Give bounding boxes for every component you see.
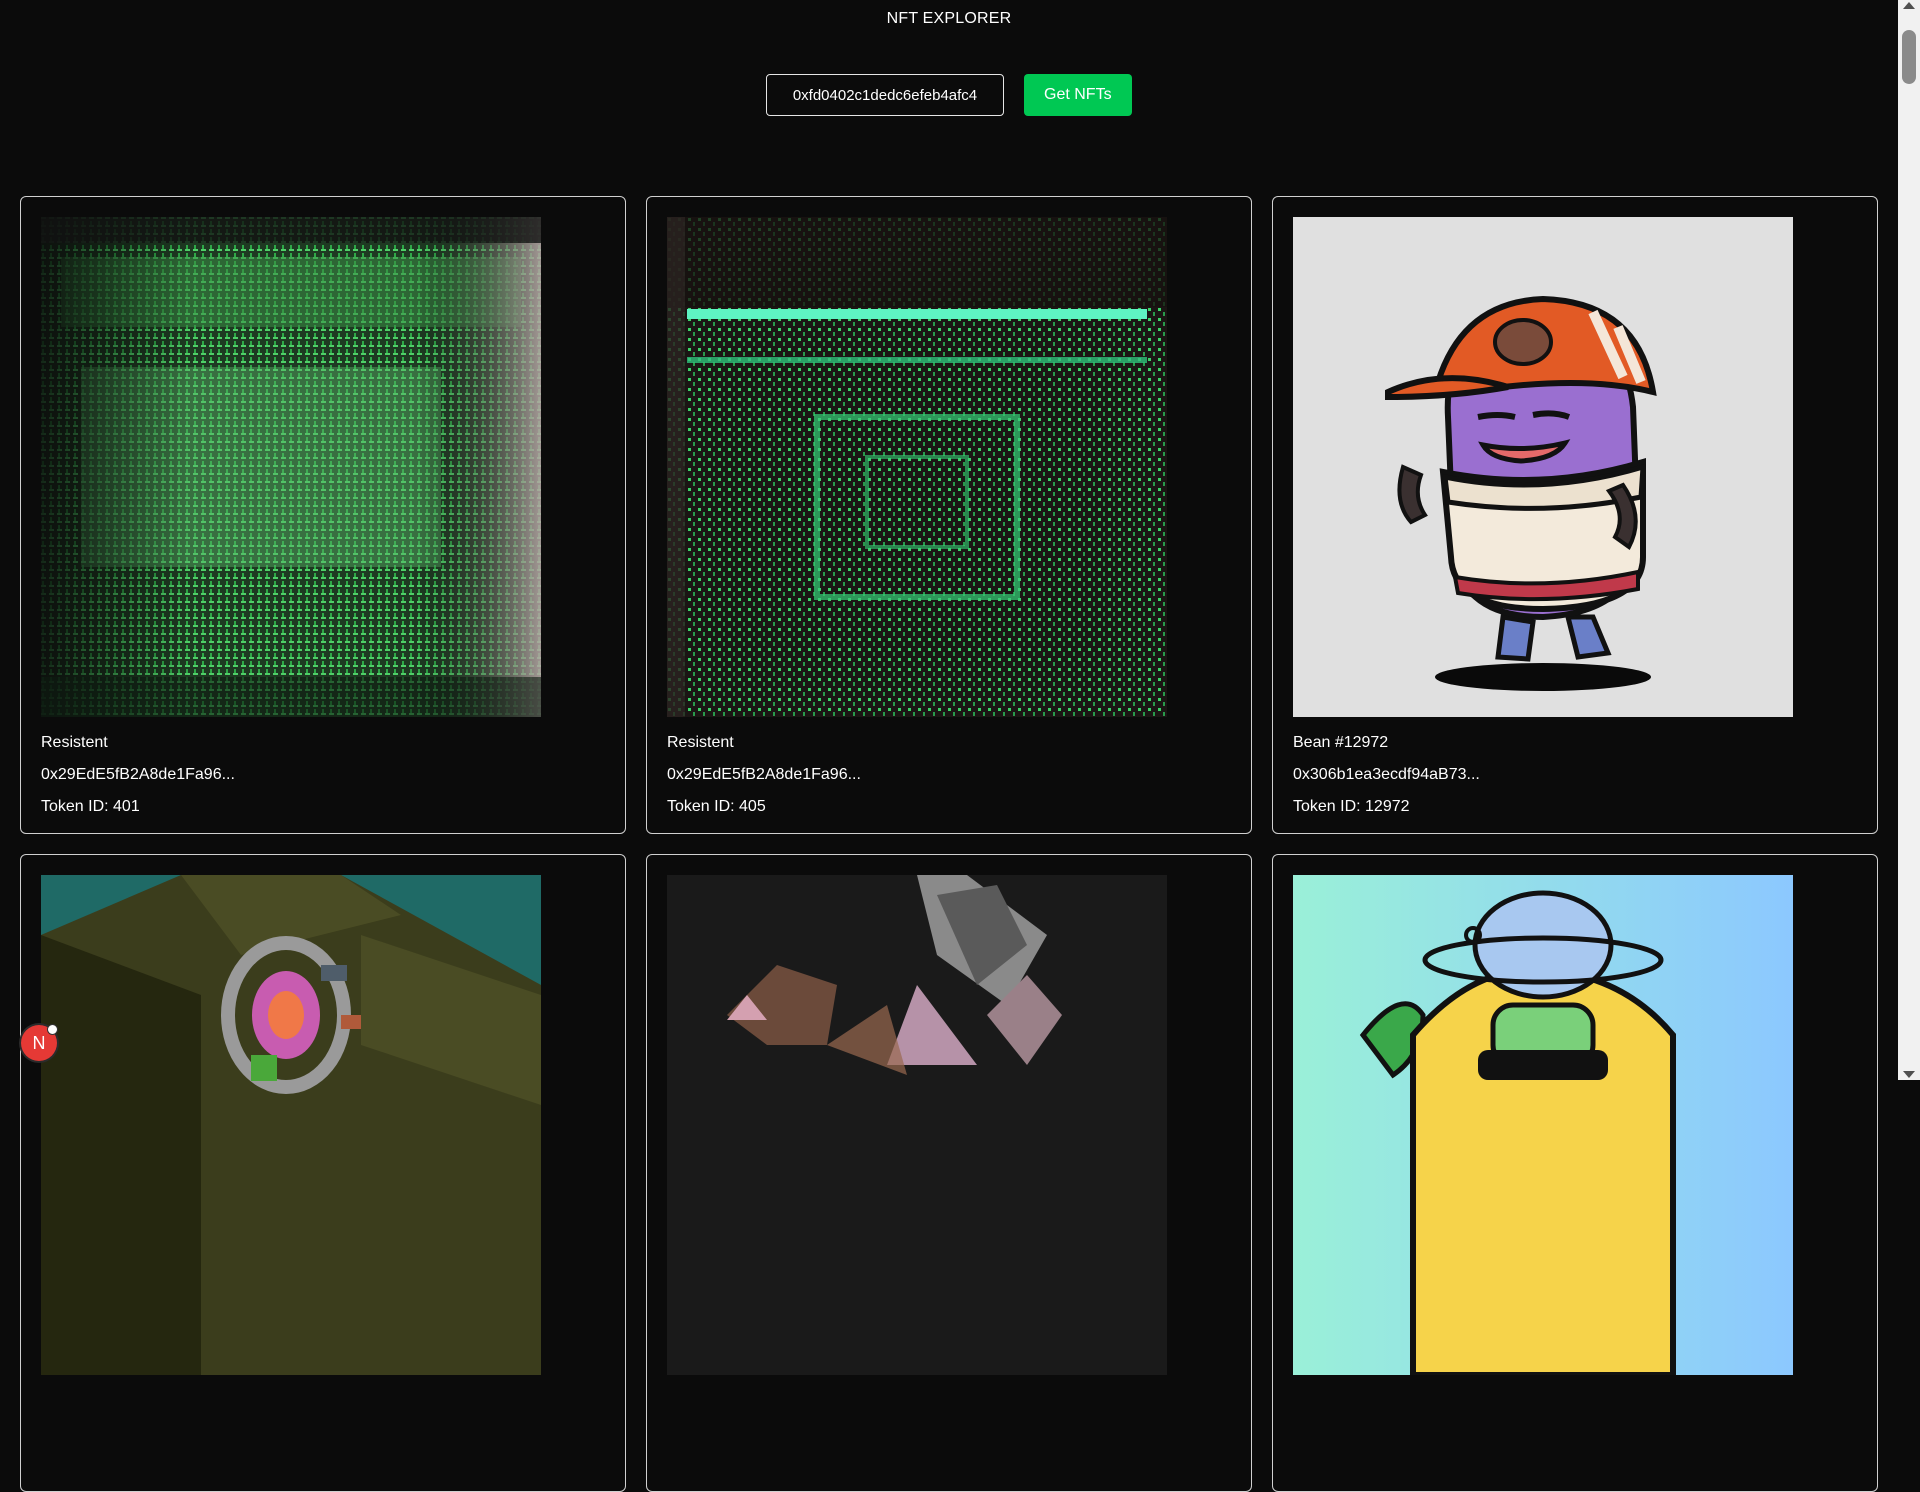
- nft-card[interactable]: [646, 854, 1252, 1492]
- scroll-up-arrow-icon[interactable]: [1903, 2, 1915, 9]
- nft-token-id: Token ID: 405: [667, 798, 766, 815]
- search-controls: Get NFTs: [766, 74, 1132, 116]
- notification-dot-icon: [47, 1024, 58, 1035]
- nft-token-id: Token ID: 12972: [1293, 798, 1410, 815]
- wallet-address-input[interactable]: [766, 74, 1004, 116]
- nft-image-voxel-portal: [41, 875, 541, 1375]
- nft-token-id: Token ID: 401: [41, 798, 140, 815]
- vertical-scrollbar[interactable]: [1898, 0, 1920, 1080]
- nft-card[interactable]: Resistent 0x29EdE5fB2A8de1Fa96... Token …: [20, 196, 626, 834]
- nft-card[interactable]: [1272, 854, 1878, 1492]
- nft-card[interactable]: Bean #12972 0x306b1ea3ecdf94aB73... Toke…: [1272, 196, 1878, 834]
- nft-contract-address: 0x306b1ea3ecdf94aB73...: [1293, 766, 1480, 783]
- app-title: NFT EXPLORER: [886, 10, 1012, 27]
- nft-name: Resistent: [41, 734, 108, 751]
- nft-image-pineapple-character: [1293, 875, 1793, 1375]
- dev-tools-badge-label: N: [32, 1032, 46, 1053]
- get-nfts-button[interactable]: Get NFTs: [1024, 74, 1132, 116]
- scroll-thumb[interactable]: [1902, 30, 1916, 84]
- nft-contract-address: 0x29EdE5fB2A8de1Fa96...: [667, 766, 861, 783]
- nft-image-crystal-shards: [667, 875, 1167, 1375]
- nft-contract-address: 0x29EdE5fB2A8de1Fa96...: [41, 766, 235, 783]
- nft-grid: Resistent 0x29EdE5fB2A8de1Fa96... Token …: [20, 196, 1878, 1492]
- nft-card[interactable]: Resistent 0x29EdE5fB2A8de1Fa96... Token …: [646, 196, 1252, 834]
- dev-tools-badge[interactable]: N: [21, 1024, 58, 1061]
- nft-name: Bean #12972: [1293, 734, 1389, 751]
- scroll-down-arrow-icon[interactable]: [1903, 1071, 1915, 1078]
- nft-name: Resistent: [667, 734, 734, 751]
- nft-image-green-matrix: [667, 217, 1167, 717]
- nft-image-green-glitch: [41, 217, 541, 717]
- nft-image-bean-character: [1293, 217, 1793, 717]
- nft-card[interactable]: [20, 854, 626, 1492]
